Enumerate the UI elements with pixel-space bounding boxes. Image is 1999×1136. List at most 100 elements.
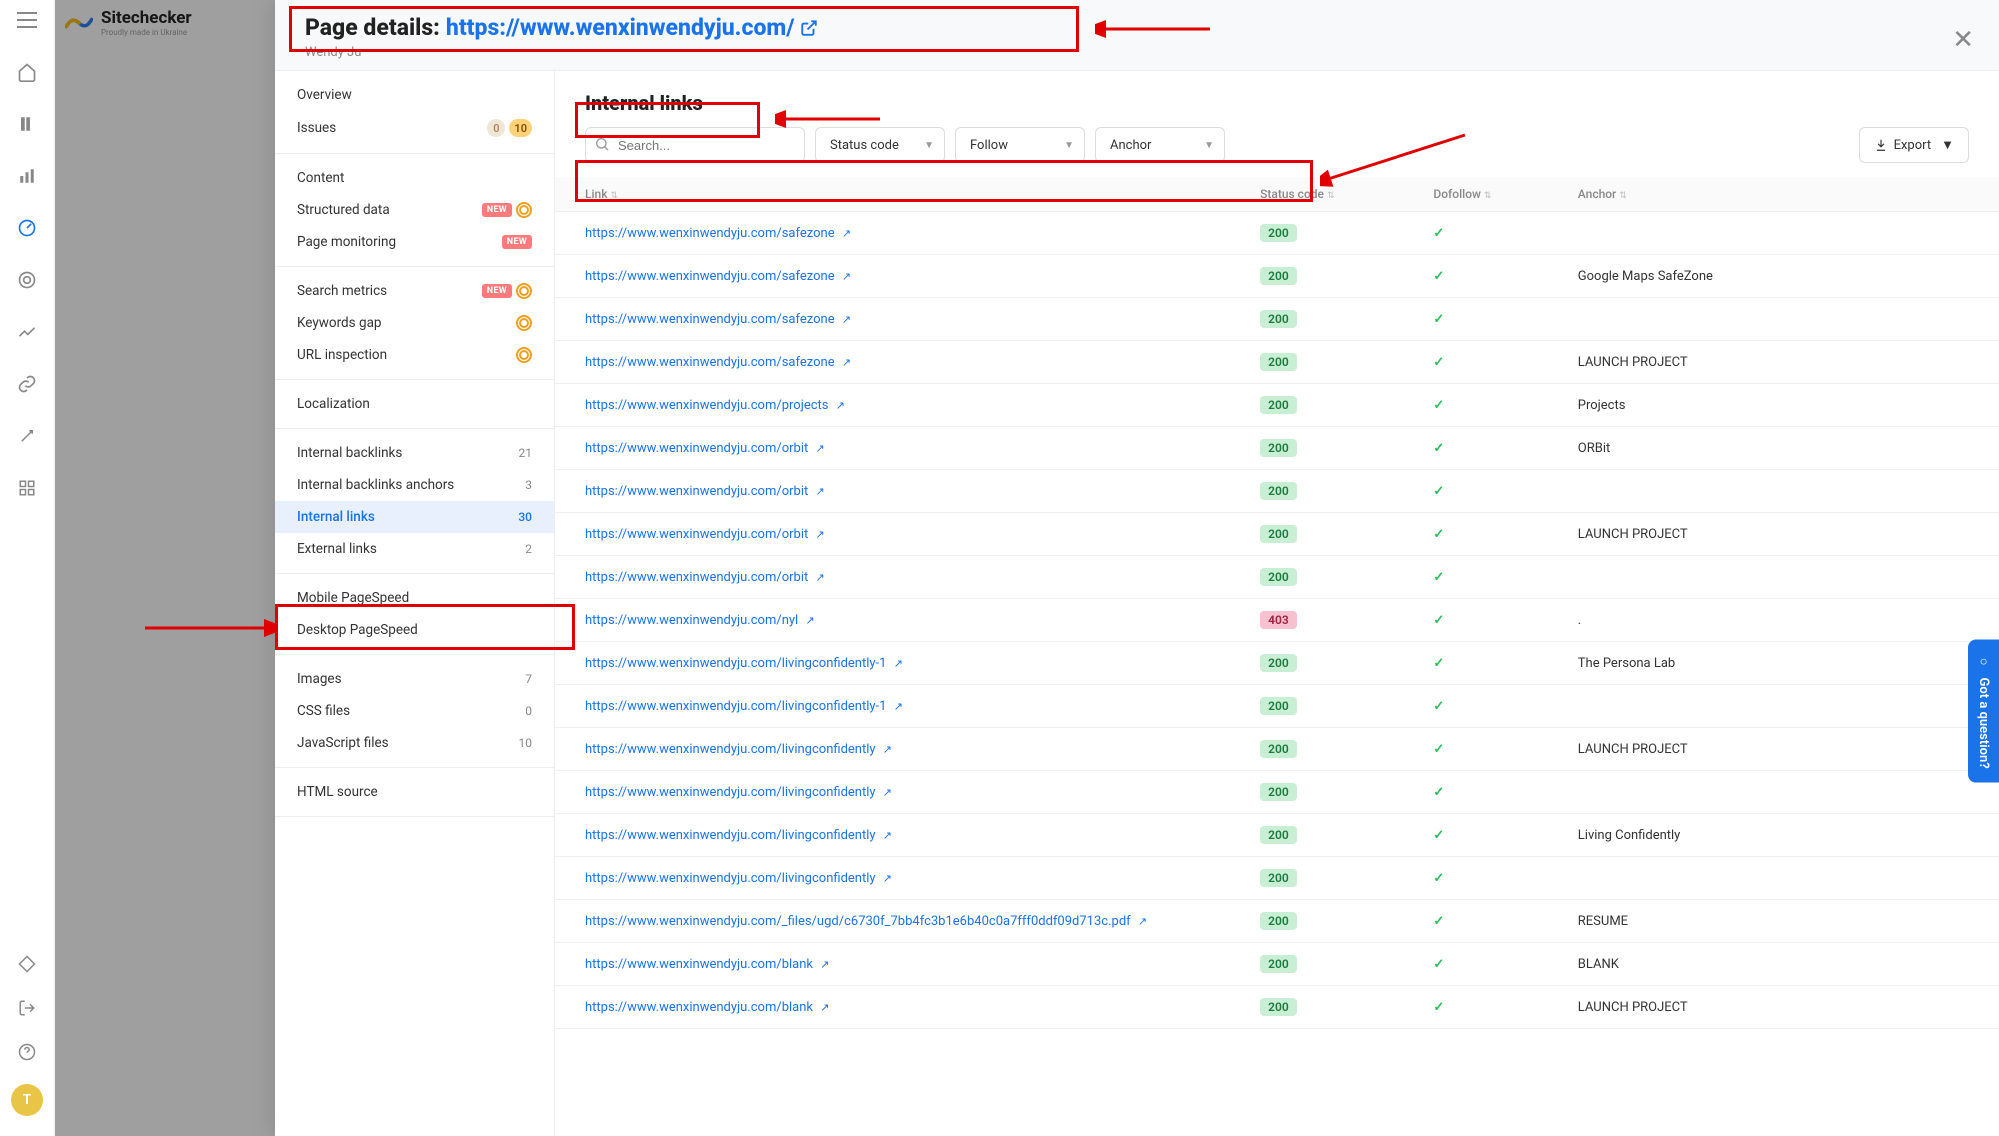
table-link[interactable]: https://www.wenxinwendyju.com/_files/ugd… xyxy=(585,914,1131,929)
external-link-icon[interactable]: ↗ xyxy=(842,270,851,283)
nav-localization[interactable]: Localization xyxy=(275,388,554,420)
table-link[interactable]: https://www.wenxinwendyju.com/orbit xyxy=(585,441,808,456)
table-row[interactable]: https://www.wenxinwendyju.com/livingconf… xyxy=(555,814,1999,857)
table-link[interactable]: https://www.wenxinwendyju.com/orbit xyxy=(585,484,808,499)
menu-icon[interactable] xyxy=(17,12,37,32)
table-link[interactable]: https://www.wenxinwendyju.com/livingconf… xyxy=(585,871,876,886)
table-row[interactable]: https://www.wenxinwendyju.com/livingconf… xyxy=(555,857,1999,900)
nav-internal-backlinks[interactable]: Internal backlinks21 xyxy=(275,437,554,469)
gauge-icon[interactable] xyxy=(15,216,39,240)
external-link-icon[interactable]: ↗ xyxy=(883,743,892,756)
external-link-icon[interactable]: ↗ xyxy=(816,485,825,498)
nav-url-inspection[interactable]: URL inspection xyxy=(275,339,554,371)
table-link[interactable]: https://www.wenxinwendyju.com/safezone xyxy=(585,312,835,327)
external-link-icon[interactable]: ↗ xyxy=(842,356,851,369)
nav-html-source[interactable]: HTML source xyxy=(275,776,554,808)
table-link[interactable]: https://www.wenxinwendyju.com/livingconf… xyxy=(585,656,886,671)
logout-icon[interactable] xyxy=(15,996,39,1020)
apps-icon[interactable] xyxy=(15,476,39,500)
diamond-icon[interactable] xyxy=(15,952,39,976)
table-row[interactable]: https://www.wenxinwendyju.com/livingconf… xyxy=(555,771,1999,814)
table-link[interactable]: https://www.wenxinwendyju.com/safezone xyxy=(585,226,835,241)
nav-images[interactable]: Images7 xyxy=(275,663,554,695)
close-icon[interactable]: ✕ xyxy=(1952,25,1974,55)
external-link-icon[interactable]: ↗ xyxy=(883,829,892,842)
table-link[interactable]: https://www.wenxinwendyju.com/livingconf… xyxy=(585,828,876,843)
table-row[interactable]: https://www.wenxinwendyju.com/nyl ↗403✓. xyxy=(555,599,1999,642)
help-icon[interactable] xyxy=(15,1040,39,1064)
table-row[interactable]: https://www.wenxinwendyju.com/orbit ↗200… xyxy=(555,470,1999,513)
book-icon[interactable] xyxy=(15,112,39,136)
table-row[interactable]: https://www.wenxinwendyju.com/safezone ↗… xyxy=(555,298,1999,341)
nav-issues[interactable]: Issues 010 xyxy=(275,111,554,145)
magic-icon[interactable] xyxy=(15,424,39,448)
table-row[interactable]: https://www.wenxinwendyju.com/safezone ↗… xyxy=(555,255,1999,298)
nav-internal-links[interactable]: Internal links30 xyxy=(275,501,554,533)
status-code-filter[interactable]: Status code▼ xyxy=(815,127,945,163)
trend-icon[interactable] xyxy=(15,320,39,344)
external-link-icon[interactable]: ↗ xyxy=(894,657,903,670)
external-link-icon[interactable]: ↗ xyxy=(894,700,903,713)
nav-overview[interactable]: Overview xyxy=(275,79,554,111)
external-link-icon[interactable]: ↗ xyxy=(820,958,829,971)
table-row[interactable]: https://www.wenxinwendyju.com/livingconf… xyxy=(555,642,1999,685)
col-link[interactable]: Link⇅ xyxy=(555,177,1248,212)
nav-desktop-pagespeed[interactable]: Desktop PageSpeed xyxy=(275,614,554,646)
table-row[interactable]: https://www.wenxinwendyju.com/projects ↗… xyxy=(555,384,1999,427)
table-link[interactable]: https://www.wenxinwendyju.com/orbit xyxy=(585,527,808,542)
table-row[interactable]: https://www.wenxinwendyju.com/blank ↗200… xyxy=(555,943,1999,986)
link-icon[interactable] xyxy=(15,372,39,396)
table-link[interactable]: https://www.wenxinwendyju.com/livingconf… xyxy=(585,742,876,757)
table-scroll[interactable]: Link⇅ Status code⇅ Dofollow⇅ Anchor⇅ htt… xyxy=(555,177,1999,1136)
external-link-icon[interactable]: ↗ xyxy=(816,442,825,455)
table-link[interactable]: https://www.wenxinwendyju.com/livingconf… xyxy=(585,699,886,714)
table-link[interactable]: https://www.wenxinwendyju.com/orbit xyxy=(585,570,808,585)
table-link[interactable]: https://www.wenxinwendyju.com/blank xyxy=(585,1000,813,1015)
nav-mobile-pagespeed[interactable]: Mobile PageSpeed xyxy=(275,582,554,614)
table-row[interactable]: https://www.wenxinwendyju.com/orbit ↗200… xyxy=(555,556,1999,599)
external-link-icon[interactable]: ↗ xyxy=(805,614,814,627)
table-row[interactable]: https://www.wenxinwendyju.com/safezone ↗… xyxy=(555,212,1999,255)
table-row[interactable]: https://www.wenxinwendyju.com/_files/ugd… xyxy=(555,900,1999,943)
table-link[interactable]: https://www.wenxinwendyju.com/nyl xyxy=(585,613,798,628)
table-row[interactable]: https://www.wenxinwendyju.com/orbit ↗200… xyxy=(555,513,1999,556)
backdrop-overlay[interactable] xyxy=(55,0,275,1136)
nav-keywords-gap[interactable]: Keywords gap xyxy=(275,307,554,339)
page-title-url[interactable]: https://www.wenxinwendyju.com/ xyxy=(446,14,818,41)
external-link-icon[interactable]: ↗ xyxy=(842,313,851,326)
nav-js-files[interactable]: JavaScript files10 xyxy=(275,727,554,759)
home-icon[interactable] xyxy=(15,60,39,84)
col-status[interactable]: Status code⇅ xyxy=(1248,177,1421,212)
nav-css-files[interactable]: CSS files0 xyxy=(275,695,554,727)
anchor-filter[interactable]: Anchor▼ xyxy=(1095,127,1225,163)
external-link-icon[interactable]: ↗ xyxy=(836,399,845,412)
col-anchor[interactable]: Anchor⇅ xyxy=(1566,177,1999,212)
external-link-icon[interactable]: ↗ xyxy=(816,528,825,541)
search-input[interactable] xyxy=(585,127,805,163)
avatar[interactable]: T xyxy=(11,1084,43,1116)
col-dofollow[interactable]: Dofollow⇅ xyxy=(1421,177,1565,212)
target-icon[interactable] xyxy=(15,268,39,292)
nav-structured-data[interactable]: Structured dataNEW xyxy=(275,194,554,226)
nav-internal-backlinks-anchors[interactable]: Internal backlinks anchors3 xyxy=(275,469,554,501)
external-link-icon[interactable]: ↗ xyxy=(820,1001,829,1014)
follow-filter[interactable]: Follow▼ xyxy=(955,127,1085,163)
nav-search-metrics[interactable]: Search metricsNEW xyxy=(275,275,554,307)
table-link[interactable]: https://www.wenxinwendyju.com/livingconf… xyxy=(585,785,876,800)
export-button[interactable]: Export▼ xyxy=(1859,127,1969,163)
table-row[interactable]: https://www.wenxinwendyju.com/livingconf… xyxy=(555,728,1999,771)
table-row[interactable]: https://www.wenxinwendyju.com/livingconf… xyxy=(555,685,1999,728)
table-row[interactable]: https://www.wenxinwendyju.com/blank ↗200… xyxy=(555,986,1999,1029)
table-row[interactable]: https://www.wenxinwendyju.com/safezone ↗… xyxy=(555,341,1999,384)
help-floating-button[interactable]: ○ Got a question? xyxy=(1968,640,1999,783)
external-link-icon[interactable]: ↗ xyxy=(883,872,892,885)
table-link[interactable]: https://www.wenxinwendyju.com/blank xyxy=(585,957,813,972)
external-link-icon[interactable]: ↗ xyxy=(1138,915,1147,928)
table-link[interactable]: https://www.wenxinwendyju.com/projects xyxy=(585,398,828,413)
table-link[interactable]: https://www.wenxinwendyju.com/safezone xyxy=(585,269,835,284)
bars-icon[interactable] xyxy=(15,164,39,188)
table-link[interactable]: https://www.wenxinwendyju.com/safezone xyxy=(585,355,835,370)
nav-page-monitoring[interactable]: Page monitoringNEW xyxy=(275,226,554,258)
external-link-icon[interactable]: ↗ xyxy=(816,571,825,584)
external-link-icon[interactable]: ↗ xyxy=(883,786,892,799)
